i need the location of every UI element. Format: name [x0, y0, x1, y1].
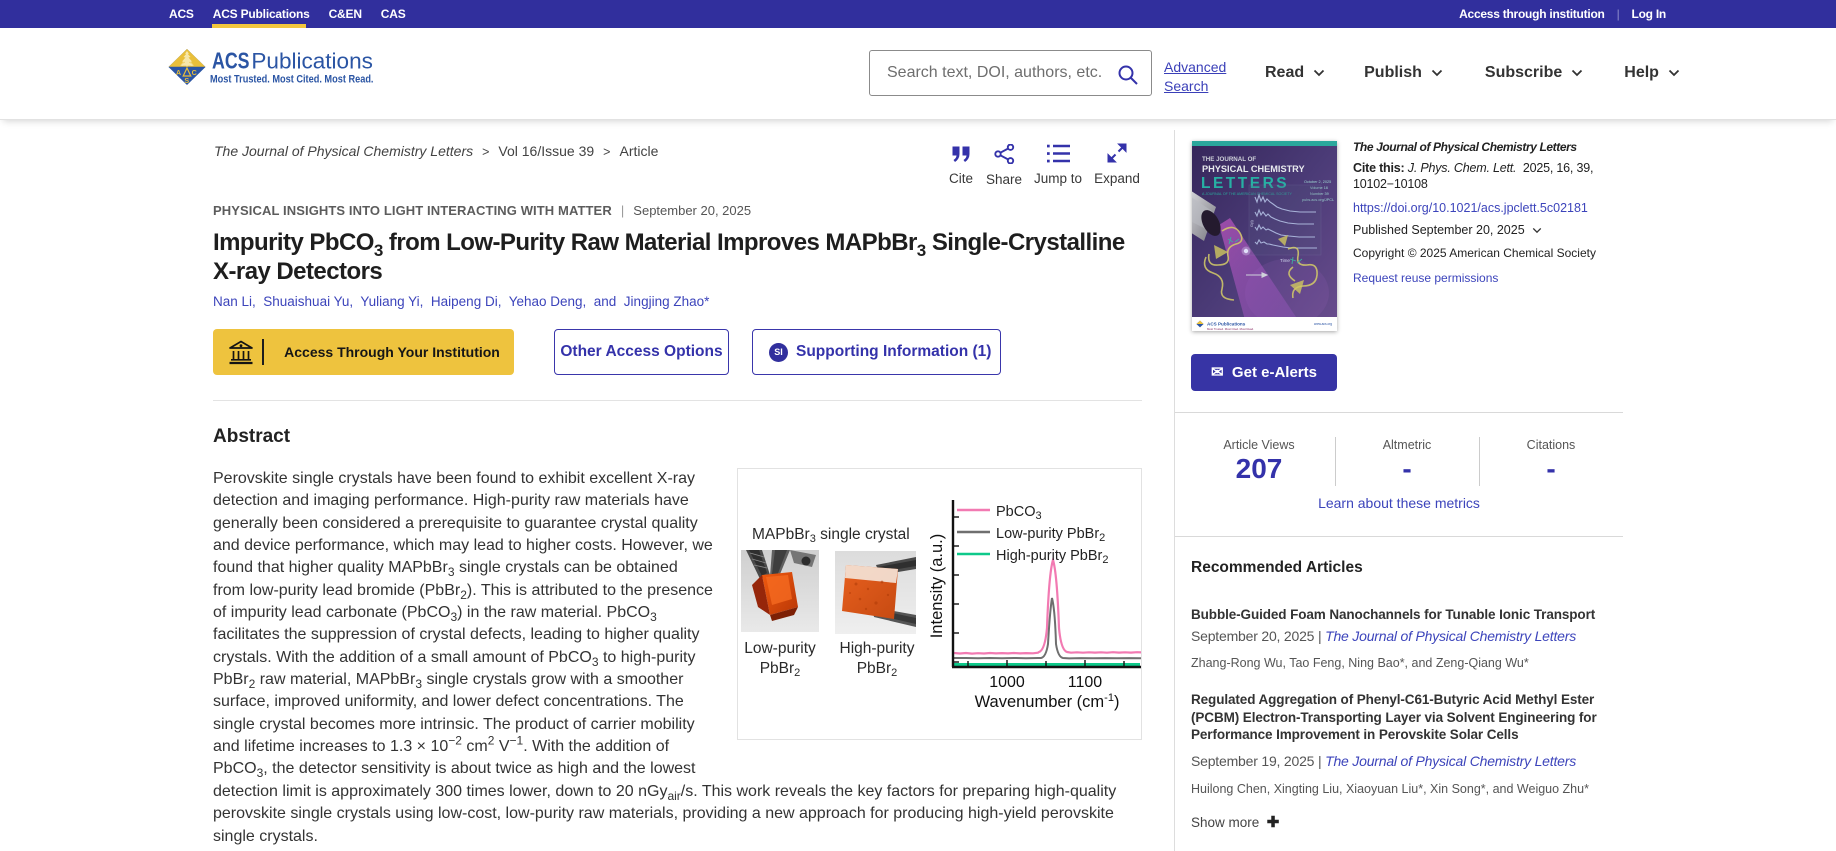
svg-text:ACS: ACS: [212, 47, 250, 73]
svg-text:Most Trusted. Most Cited. Most: Most Trusted. Most Cited. Most Read.: [1207, 327, 1254, 331]
svg-text:THE JOURNAL OF: THE JOURNAL OF: [1202, 156, 1256, 163]
svg-text:G(t): G(t): [1249, 219, 1254, 227]
svg-text:High-purity PbBr2: High-purity PbBr2: [996, 548, 1109, 566]
svg-text:PbCO3: PbCO3: [996, 504, 1042, 522]
svg-text:PbBr2: PbBr2: [760, 660, 801, 679]
svg-text:C: C: [192, 68, 197, 77]
svg-text:High-purity: High-purity: [840, 640, 915, 657]
svg-text:Low-purity: Low-purity: [744, 640, 816, 657]
svg-text:Low-purity PbBr2: Low-purity PbBr2: [996, 526, 1105, 544]
svg-text:ACS Publications: ACS Publications: [1207, 322, 1246, 327]
svg-text:www.acs.org: www.acs.org: [1314, 322, 1332, 326]
svg-text:Time: Time: [1280, 258, 1290, 263]
svg-text:PHYSICAL CHEMISTRY: PHYSICAL CHEMISTRY: [1202, 164, 1305, 174]
svg-text:S: S: [184, 76, 189, 85]
svg-text:October 2, 2025: October 2, 2025: [1304, 180, 1331, 184]
svg-text:A: A: [176, 68, 181, 77]
svg-text:1000: 1000: [989, 674, 1025, 691]
svg-text:Intensity (a.u.): Intensity (a.u.): [928, 534, 946, 639]
svg-text:MAPbBr3 single crystal: MAPbBr3 single crystal: [752, 526, 910, 545]
svg-text:Most Trusted. Most Cited. Most: Most Trusted. Most Cited. Most Read.: [210, 74, 374, 86]
svg-text:Publications: Publications: [251, 48, 373, 73]
svg-text:PbBr2: PbBr2: [857, 660, 898, 679]
svg-text:1100: 1100: [1068, 674, 1103, 691]
svg-text:Wavenumber (cm-1): Wavenumber (cm-1): [975, 692, 1120, 711]
